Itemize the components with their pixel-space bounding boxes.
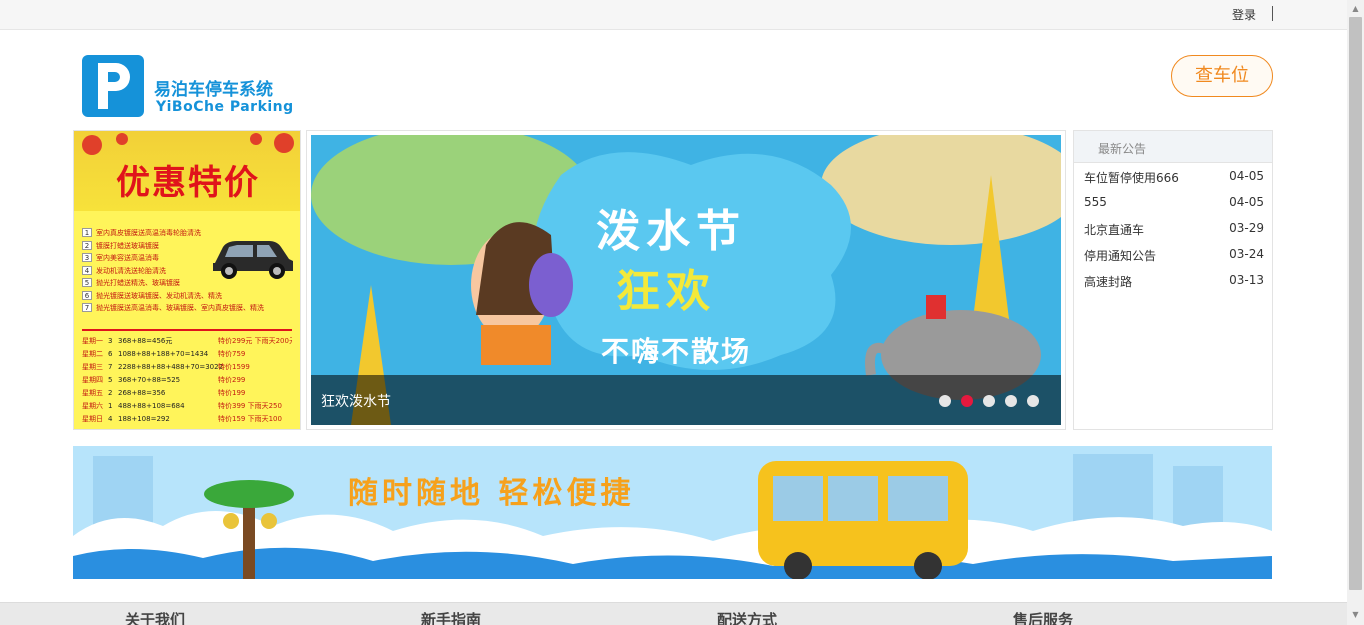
bus-banner-illustration	[73, 446, 1272, 579]
find-parking-space-button[interactable]: 查车位	[1171, 55, 1273, 97]
parking-p-icon	[82, 55, 144, 117]
poster-title: 优惠特价	[116, 163, 260, 203]
table-row: 星期日 4 188+108=292 特价159 下雨天100	[82, 415, 282, 423]
topbar-divider	[1272, 6, 1273, 21]
notices-header: 最新公告	[1074, 131, 1272, 163]
scroll-down-arrow-icon[interactable]: ▼	[1347, 606, 1364, 623]
carousel-dot-3[interactable]	[983, 395, 995, 407]
notice-item[interactable]: 停用通知公告 03-24	[1084, 246, 1264, 272]
vertical-scrollbar[interactable]: ▲ ▼	[1347, 0, 1364, 625]
list-item: 7 抛光镀膜送高温消毒、玻璃镀膜、室内真皮镀膜、精洗	[82, 302, 292, 315]
price-table: 星期一 3 368+88=456元 特价299元 下雨天200元 星期二 6 1088+8…	[82, 335, 292, 426]
footer-nav: 关于我们 新手指南 配送方式 售后服务	[0, 602, 1347, 625]
notice-list: 车位暂停使用666 04-05 555 04-05 北京直通车 03-29 停用通知公…	[1084, 168, 1264, 298]
table-row: 星期六 1 488+88+108=684 特价399 下雨天250	[82, 402, 282, 410]
carousel-slide[interactable]: 泼水节 狂欢 不嗨不散场 狂欢泼水节	[311, 135, 1061, 425]
carousel-dot-5[interactable]	[1027, 395, 1039, 407]
scroll-up-arrow-icon[interactable]: ▲	[1347, 0, 1364, 17]
site-logo[interactable]: 易泊车停车系统 YiBoChe Parking	[82, 55, 294, 119]
carousel-dot-2[interactable]	[961, 395, 973, 407]
notice-item[interactable]: 北京直通车 03-29	[1084, 220, 1264, 246]
poster-header: 优惠特价	[74, 131, 300, 211]
table-row: 星期五 2 268+88=356 特价199	[82, 389, 246, 397]
slide-caption[interactable]: 狂欢泼水节	[321, 391, 391, 411]
notice-item[interactable]: 高速封路 03-13	[1084, 272, 1264, 298]
table-row: 星期四 5 368+70+88=525 特价299	[82, 376, 246, 384]
footer-link-about[interactable]: 关于我们	[125, 609, 185, 625]
carousel-dot-1[interactable]	[939, 395, 951, 407]
notice-item[interactable]: 车位暂停使用666 04-05	[1084, 168, 1264, 194]
promo-poster[interactable]: 优惠特价 1 室内真皮镀膜送高温消毒轮胎清洗 2 镀膜打蜡送玻璃镀膜 3 室内美容送高…	[73, 130, 301, 430]
slide-headline-3: 不嗨不散场	[601, 335, 752, 368]
scroll-thumb[interactable]	[1349, 17, 1362, 590]
slide-caption-bar: 狂欢泼水节	[311, 375, 1061, 425]
login-link[interactable]: 登录	[1232, 6, 1256, 23]
table-row: 星期二 6 1088+88+188+70=1434 特价759	[82, 350, 246, 358]
slide-headline-1: 泼水节	[596, 206, 746, 257]
banner-slogan: 随时随地 轻松便捷	[348, 476, 635, 511]
footer-link-guide[interactable]: 新手指南	[421, 609, 481, 625]
footer-link-delivery[interactable]: 配送方式	[717, 609, 777, 625]
notices-title: 最新公告	[1098, 142, 1147, 156]
brand-name-cn: 易泊车停车系统	[154, 80, 273, 100]
carousel-dots	[939, 395, 1049, 409]
top-bar: 登录	[0, 0, 1347, 30]
table-row: 星期一 3 368+88=456元 特价299元 下雨天200元	[82, 337, 292, 345]
poster-divider	[82, 329, 292, 331]
footer-link-after-sales[interactable]: 售后服务	[1013, 609, 1073, 625]
suv-car-icon	[213, 241, 293, 279]
promo-banner[interactable]: 随时随地 轻松便捷	[73, 446, 1272, 579]
slide-headline-2: 狂欢	[616, 266, 716, 317]
notice-item[interactable]: 555 04-05	[1084, 194, 1264, 220]
brand-name-en: YiBoChe Parking	[156, 99, 294, 115]
list-item: 6 抛光镀膜送玻璃镀膜、发动机清洗、精洗	[82, 290, 292, 303]
carousel-dot-4[interactable]	[1005, 395, 1017, 407]
table-row: 星期三 7 2288+88+88+488+70=3022特价1599	[82, 363, 250, 371]
latest-notices-panel: 最新公告 车位暂停使用666 04-05 555 04-05 北京直通车 03-29 …	[1073, 130, 1273, 430]
image-carousel[interactable]: 泼水节 狂欢 不嗨不散场 狂欢泼水节	[306, 130, 1066, 430]
